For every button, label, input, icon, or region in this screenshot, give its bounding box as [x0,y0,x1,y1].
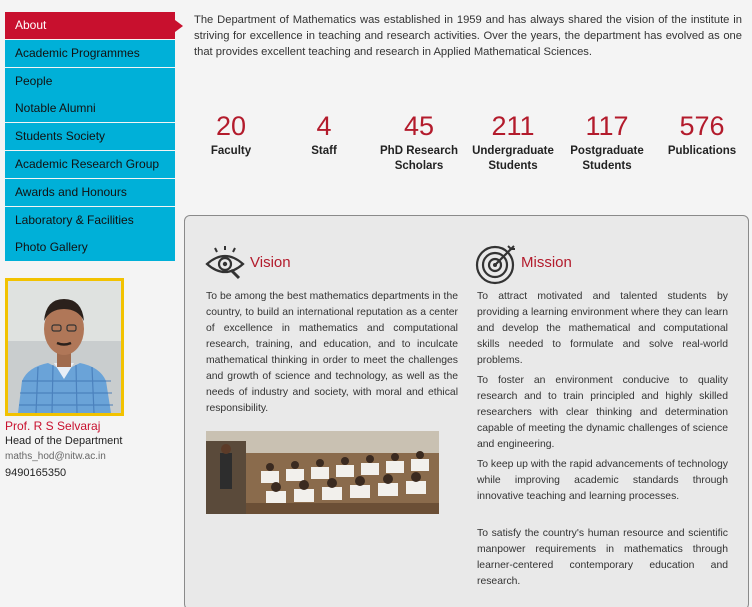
sidebar-item-notable-alumni[interactable]: Notable Alumni [5,95,175,123]
hod-name: Prof. R S Selvaraj [5,419,101,433]
stat-postgraduate: 117 Postgraduate Students [552,108,662,174]
department-intro: The Department of Mathematics was establ… [194,14,742,58]
sidebar-item-photo-gallery[interactable]: Photo Gallery [5,234,175,262]
sidebar-item-people[interactable]: People [5,67,175,95]
stat-label: Postgraduate Students [570,145,644,172]
hod-phone: 9490165350 [5,467,67,479]
vision-title: Vision [250,254,291,271]
mission-paragraph: To satisfy the country's human resource … [477,528,728,587]
stat-label: Staff [311,145,337,157]
sidebar-item-academic-research-group[interactable]: Academic Research Group [5,150,175,178]
stat-staff: 4 Staff [269,108,379,159]
sidebar-item-laboratory-facilities[interactable]: Laboratory & Facilities [5,206,175,234]
classroom-photo [206,431,439,514]
sidebar-item-about[interactable]: About [5,12,183,39]
target-icon [475,245,515,285]
mission-title: Mission [521,254,572,271]
stat-publications: 576 Publications [647,108,752,159]
hod-email[interactable]: maths_hod@nitw.ac.in [5,451,106,462]
stat-value: 4 [316,111,332,141]
hod-photo [5,278,124,416]
mission-paragraph: To keep up with the rapid advancements o… [477,459,728,502]
sidebar-item-academic-programmes[interactable]: Academic Programmes [5,39,175,67]
vision-mission-card: Vision To be among the best mathematics … [184,215,749,607]
stat-label: Publications [667,145,737,157]
stat-value: 117 [585,111,629,141]
mission-paragraph: To foster an environment conducive to qu… [477,375,728,450]
hod-role: Head of the Department [5,435,123,447]
eye-icon [205,246,245,280]
stat-value: 45 [403,111,435,141]
sidebar-nav: About Academic Programmes People Notable… [5,12,183,262]
sidebar-item-awards-and-honours[interactable]: Awards and Honours [5,178,175,206]
sidebar-item-students-society[interactable]: Students Society [5,123,175,151]
stat-value: 576 [679,111,725,141]
mission-paragraph: To attract motivated and talented studen… [477,291,728,366]
stat-label: PhD Research Scholars [380,145,458,172]
vision-text: To be among the best mathematics departm… [206,291,458,414]
